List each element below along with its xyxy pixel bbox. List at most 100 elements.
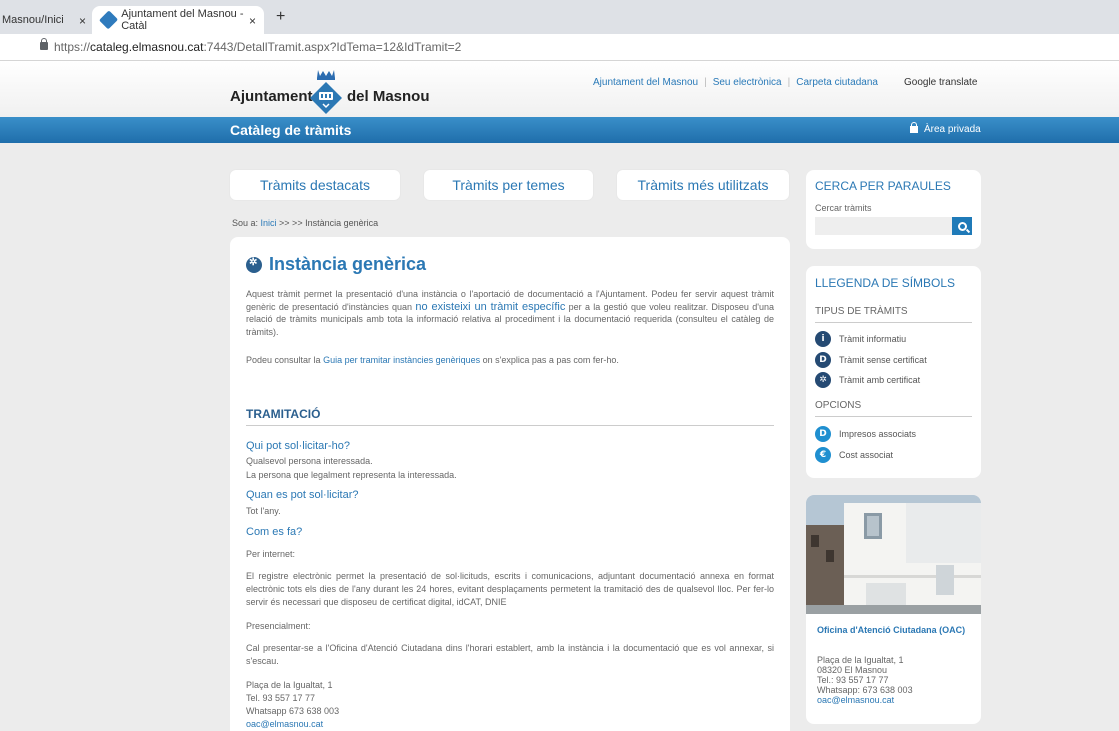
breadcrumb: Sou a: Inici >> >> Instància genèrica xyxy=(232,218,378,228)
how-internet-text: El registre electrònic permet la present… xyxy=(246,571,774,607)
procedures-by-topic-button[interactable]: Tràmits per temes xyxy=(424,170,593,200)
featured-procedures-button[interactable]: Tràmits destacats xyxy=(230,170,400,200)
logo-text-right[interactable]: del Masnou xyxy=(347,88,430,105)
address-whatsapp: Whatsapp 673 638 003 xyxy=(246,706,340,716)
answer-when: Tot l'any. xyxy=(246,506,281,516)
oac-panel: Oficina d'Atenció Ciutadana (OAC) Plaça … xyxy=(806,495,981,724)
favicon-icon xyxy=(98,10,119,30)
intro-paragraph: Aquest tràmit permet la presentació d'un… xyxy=(246,288,774,338)
lock-icon xyxy=(40,38,48,50)
oac-building-photo xyxy=(806,495,981,614)
legend-item-informative: i Tràmit informatiu xyxy=(815,331,906,347)
url-text[interactable]: https://cataleg.elmasnou.cat:7443/Detall… xyxy=(54,40,461,54)
close-tab-icon[interactable]: × xyxy=(79,14,86,28)
legend-label: Tràmit amb certificat xyxy=(839,375,921,385)
google-translate-link[interactable]: Google translate xyxy=(904,77,977,88)
how-in-person-label: Presencialment: xyxy=(246,621,311,631)
catalog-title[interactable]: Catàleg de tràmits xyxy=(230,122,351,138)
url-prefix: https:// xyxy=(54,40,91,54)
guide-paragraph: Podeu consultar la Guia per tramitar ins… xyxy=(246,355,619,365)
town-crest-logo[interactable] xyxy=(309,67,343,115)
breadcrumb-prefix: Sou a: xyxy=(232,218,261,228)
divider xyxy=(815,322,972,323)
separator: | xyxy=(704,77,707,88)
address-email-row: oac@elmasnou.cat xyxy=(246,718,774,730)
oac-whatsapp: Whatsapp: 673 638 003 xyxy=(817,685,913,695)
url-host: cataleg.elmasnou.cat xyxy=(90,40,204,54)
address-phone: Tel. 93 557 17 77 xyxy=(246,693,316,703)
breadcrumb-current: >> >> Instància genèrica xyxy=(276,218,379,228)
legend-label: Tràmit sense certificat xyxy=(839,355,927,365)
legend-label: Impresos associats xyxy=(839,429,917,439)
how-internet-label: Per internet: xyxy=(246,549,296,559)
tab-title: Masnou/Inici xyxy=(2,14,64,26)
options-heading: OPCIONS xyxy=(815,400,862,411)
gear-icon: ✲ xyxy=(815,372,831,388)
separator: | xyxy=(787,77,791,88)
search-input[interactable] xyxy=(815,217,952,235)
legend-item-cost: € Cost associat xyxy=(815,447,893,463)
breadcrumb-home-link[interactable]: Inici xyxy=(261,218,277,228)
certificate-gear-icon xyxy=(246,256,262,273)
search-icon xyxy=(957,221,967,231)
site-header: Ajuntament del Masnou Ajuntament del Mas… xyxy=(0,61,1119,117)
intro-highlight: no existeixi un tràmit específic xyxy=(415,300,566,313)
logo-text-left[interactable]: Ajuntament xyxy=(230,88,313,105)
page-title: Instància genèrica xyxy=(246,254,426,275)
question-how: Com es fa? xyxy=(246,526,303,538)
oac-email-link[interactable]: oac@elmasnou.cat xyxy=(817,695,894,705)
procedure-types-heading: TIPUS DE TRÀMITS xyxy=(815,306,908,317)
close-tab-icon[interactable]: × xyxy=(249,14,256,28)
legend-label: Tràmit informatiu xyxy=(839,334,907,344)
oac-phone: Tel.: 93 557 17 77 xyxy=(817,675,889,685)
guide-link[interactable]: Guia per tramitar instàncies genèriques xyxy=(323,355,480,365)
legend-panel: LLEGENDA DE SÍMBOLS TIPUS DE TRÀMITS i Tr… xyxy=(806,266,981,478)
forms-icon: D xyxy=(815,426,831,442)
link-seu-electronica[interactable]: Seu electrònica xyxy=(713,77,782,88)
section-title-tramitacio: TRAMITACIÓ xyxy=(246,407,321,421)
address-line-1: Plaça de la Igualtat, 1 xyxy=(246,680,333,690)
oac-title[interactable]: Oficina d'Atenció Ciutadana (OAC) xyxy=(817,625,967,636)
link-ajuntament[interactable]: Ajuntament del Masnou xyxy=(593,77,698,88)
divider xyxy=(815,416,972,417)
top-links: Ajuntament del Masnou | Seu electrònica | Ca… xyxy=(593,77,878,88)
main-content-panel: Instància genèrica Aquest tràmit permet … xyxy=(230,237,790,731)
padlock-icon xyxy=(910,122,918,133)
legend-label: Cost associat xyxy=(839,450,894,460)
oac-city: 08320 El Masnou xyxy=(817,665,888,675)
tab-ajuntament-cataleg[interactable]: Ajuntament del Masnou - Catàl × xyxy=(92,6,264,34)
guide-text-b: on s'explica pas a pas com fer-ho. xyxy=(480,355,619,365)
legend-heading: LLEGENDA DE SÍMBOLS xyxy=(815,276,956,290)
search-label: Cercar tràmits xyxy=(815,203,872,213)
private-area-link[interactable]: Àrea privada xyxy=(910,122,981,135)
tab-title: Ajuntament del Masnou - Catàl xyxy=(121,8,244,32)
search-button[interactable] xyxy=(952,217,972,235)
tab-masnou-inici[interactable]: Masnou/Inici × xyxy=(0,6,92,34)
answer-who-1: Qualsevol persona interessada. xyxy=(246,456,373,466)
question-when: Quan es pot sol·licitar? xyxy=(246,489,359,501)
document-icon: D xyxy=(815,352,831,368)
info-icon: i xyxy=(815,331,831,347)
private-area-label: Àrea privada xyxy=(924,124,981,135)
how-in-person-text: Cal presentar-se a l'Oficina d'Atenció C… xyxy=(246,643,774,666)
legend-item-no-certificate: D Tràmit sense certificat xyxy=(815,352,927,368)
browser-tab-bar: Masnou/Inici × Ajuntament del Masnou - C… xyxy=(0,0,1119,34)
guide-text-a: Podeu consultar la xyxy=(246,355,324,365)
page-title-text: Instància genèrica xyxy=(269,254,427,274)
address-email-link[interactable]: oac@elmasnou.cat xyxy=(246,719,323,729)
search-heading: CERCA PER PARAULES xyxy=(815,179,951,193)
address-bar[interactable]: https://cataleg.elmasnou.cat:7443/Detall… xyxy=(0,34,1119,61)
euro-icon: € xyxy=(815,447,831,463)
answer-who-2: La persona que legalment representa la i… xyxy=(246,470,457,480)
question-who: Qui pot sol·licitar-ho? xyxy=(246,440,350,452)
new-tab-button[interactable]: + xyxy=(276,8,285,26)
link-carpeta-ciutadana[interactable]: Carpeta ciutadana xyxy=(796,77,878,88)
most-used-procedures-button[interactable]: Tràmits més utilitzats xyxy=(617,170,789,200)
oac-street: Plaça de la Igualtat, 1 xyxy=(817,655,904,665)
divider xyxy=(246,425,774,426)
legend-item-with-certificate: ✲ Tràmit amb certificat xyxy=(815,372,920,388)
oac-address: Plaça de la Igualtat, 1 08320 El Masnou … xyxy=(817,655,913,705)
search-panel: CERCA PER PARAULES Cercar tràmits xyxy=(806,170,981,249)
legend-item-forms: D Impresos associats xyxy=(815,426,916,442)
url-path: :7443/DetallTramit.aspx?IdTema=12&IdTram… xyxy=(203,40,462,54)
